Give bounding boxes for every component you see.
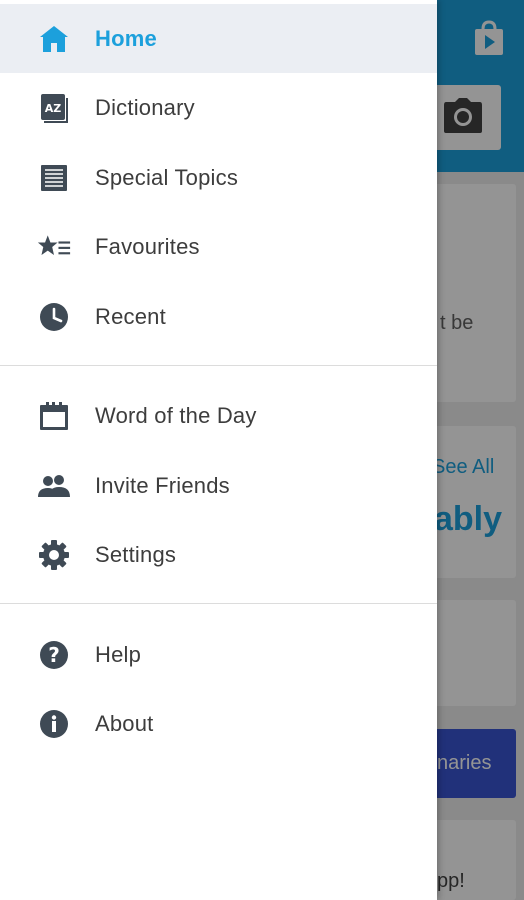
nav-item-settings[interactable]: Settings — [0, 520, 437, 589]
nav-item-dictionary[interactable]: AZ Dictionary — [0, 73, 437, 142]
nav-label: Home — [95, 25, 157, 51]
nav-label: Favourites — [95, 233, 200, 259]
people-icon — [37, 469, 71, 503]
svg-text:AZ: AZ — [45, 102, 62, 115]
nav-label: Dictionary — [95, 94, 195, 120]
svg-text:?: ? — [48, 643, 60, 667]
favourites-star-icon — [37, 230, 71, 264]
topics-list-icon — [37, 161, 71, 195]
nav-item-home[interactable]: Home — [0, 4, 437, 73]
nav-label: Settings — [95, 541, 177, 567]
nav-label: Word of the Day — [95, 402, 257, 428]
nav-item-favourites[interactable]: Favourites — [0, 212, 437, 281]
dictionary-az-icon: AZ — [37, 91, 71, 125]
nav-label: Invite Friends — [95, 472, 230, 498]
nav-label: About — [95, 710, 154, 736]
nav-item-invite-friends[interactable]: Invite Friends — [0, 451, 437, 520]
help-icon: ? — [37, 638, 71, 672]
drawer-divider — [0, 365, 437, 366]
nav-item-help[interactable]: ? Help — [0, 620, 437, 689]
drawer-divider — [0, 603, 437, 604]
nav-label: Recent — [95, 303, 166, 329]
navigation-drawer: Home AZ Dictionary Special Topics Favour… — [0, 0, 437, 900]
nav-item-recent[interactable]: Recent — [0, 282, 437, 351]
nav-label: Help — [95, 641, 142, 667]
nav-item-special-topics[interactable]: Special Topics — [0, 143, 437, 212]
info-icon — [37, 707, 71, 741]
home-icon — [37, 22, 71, 56]
calendar-icon — [37, 399, 71, 433]
nav-item-word-of-the-day[interactable]: Word of the Day — [0, 381, 437, 450]
nav-label: Special Topics — [95, 164, 239, 190]
clock-icon — [37, 300, 71, 334]
nav-item-about[interactable]: About — [0, 689, 437, 758]
gear-icon — [37, 538, 71, 572]
